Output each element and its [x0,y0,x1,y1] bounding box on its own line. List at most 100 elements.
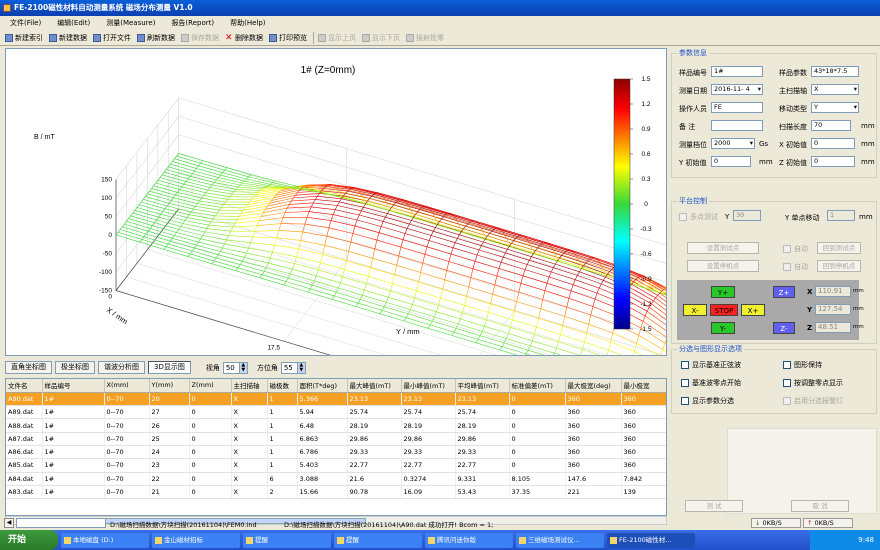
status-input[interactable] [16,518,106,528]
table-cell: 29.33 [347,445,402,460]
column-header[interactable]: Z(mm) [189,379,232,393]
task-tender[interactable]: 金山磁材招标 [152,532,240,548]
batch-button[interactable]: 报射批零 [404,31,448,44]
column-header[interactable]: 面积(T*deg) [297,379,348,393]
adjusted-zero-checkbox[interactable]: 按调整零点显示 [783,378,843,388]
show-reference-sine-checkbox[interactable]: 显示基准正弦波 [681,360,741,370]
column-header[interactable]: 磁极数 [267,379,298,393]
task-local-disk[interactable]: 本地磁盘 (D:) [61,532,149,548]
refresh-data-button[interactable]: 刷新数据 [135,31,179,44]
sort-alarm-checkbox[interactable]: 启用分选报警灯 [783,396,843,406]
return-test-point-button[interactable]: 回到测试点 [817,242,861,254]
column-header[interactable]: 最大极宽(deg) [565,379,622,393]
column-header[interactable]: 最小极宽 [621,379,666,393]
table-row[interactable]: A90.dat 1# 0--70 20 0 X 1 5.366 23.13 23.13 23.13 0… [6,392,666,407]
auto-stop-checkbox[interactable]: 自动 [783,262,808,272]
x-plus-button[interactable]: X+ [741,304,765,316]
cancel-button[interactable]: 取 消 [791,500,849,512]
table-row[interactable]: A86.dat 1# 0--70 24 0 X 1 6.786 29.33 29.33 29.33 0… [6,445,666,460]
surface-mesh-segment [525,350,529,355]
save-data-button[interactable]: 保存数据 [179,31,223,44]
multi-point-select[interactable]: 30 [733,210,761,221]
surface-mesh-segment [197,200,200,204]
y-init-field[interactable]: 0 [711,156,751,167]
scroll-left-icon[interactable]: ◀ [4,518,14,528]
surface-mesh-segment [189,250,193,255]
task-3d-tester[interactable]: 三维磁场测试仪... [516,532,604,548]
date-picker[interactable]: 2016-11- 4 ▾ [711,84,763,95]
column-header[interactable]: 最小峰值(mT) [401,379,456,393]
return-stop-point-button[interactable]: 回到停机点 [817,260,861,272]
scan-length-field[interactable]: 70 [811,120,851,131]
tab-cartesian[interactable]: 直角坐标图 [5,361,52,374]
spinner-arrows-icon[interactable]: ▲ ▼ [296,362,305,373]
graph-hold-checkbox[interactable]: 图形保持 [783,360,822,370]
view-angle-spinner[interactable]: 50 ▲ ▼ [222,361,248,374]
y-plus-button[interactable]: Y+ [711,286,735,298]
sample-param-field[interactable]: 43*18*7.5 [811,66,859,77]
main-axis-select[interactable]: X ▾ [811,84,859,95]
z-init-field[interactable]: 0 [811,156,855,167]
next-page-button[interactable]: 显示下页 [360,31,404,44]
task-qq-mini[interactable]: 腾讯问迷你版 [425,532,513,548]
tab-3d[interactable]: 3D显示图 [148,361,191,374]
new-data-button[interactable]: 新建数据 [47,31,91,44]
test-button[interactable]: 测 试 [685,500,743,512]
prev-page-button[interactable]: 显示上页 [316,31,360,44]
column-header[interactable]: 样品编号 [42,379,105,393]
tab-polar[interactable]: 极坐标图 [55,361,95,374]
open-file-button[interactable]: 打开文件 [91,31,135,44]
table-row[interactable]: A89.dat 1# 0--70 27 0 X 1 5.94 25.74 25.74 25.74 0 3… [6,405,666,420]
menu-measure[interactable]: 测量(Measure) [106,16,155,30]
single-move-field[interactable]: 1 [827,210,855,221]
set-test-point-button[interactable]: 设置测试点 [687,242,759,254]
x-init-field[interactable]: 0 [811,138,855,149]
menu-report[interactable]: 报告(Report) [171,16,214,30]
column-header[interactable]: 标准偏差(mT) [509,379,566,393]
table-row[interactable]: A85.dat 1# 0--70 23 0 X 1 5.403 22.77 22.77 22.77 0… [6,458,666,473]
surface-plot[interactable]: 150100500-50-100-150017.53552.5700510152… [6,49,862,504]
table-row[interactable]: A87.dat 1# 0--70 25 0 X 1 6.863 29.86 29.86 29.86 0… [6,432,666,446]
tab-harmonic[interactable]: 谐波分析图 [98,361,145,374]
z-minus-button[interactable]: Z- [773,322,795,334]
x-minus-button[interactable]: X- [683,304,707,316]
table-row[interactable]: A83.dat 1# 0--70 21 0 X 2 15.66 90.78 16.09 53.43 3… [6,485,666,500]
surface-mesh-segment [494,284,519,293]
azimuth-spinner[interactable]: 55 ▲ ▼ [280,361,306,374]
surface-mesh-segment [233,189,237,192]
move-type-select[interactable]: Y ▾ [811,102,859,113]
set-stop-point-button[interactable]: 设置停机点 [687,260,759,272]
show-param-sort-checkbox[interactable]: 显示参数分选 [681,396,734,406]
sample-no-field[interactable]: 1# [711,66,763,77]
spinner-arrows-icon[interactable]: ▲ ▼ [238,362,247,373]
column-header[interactable]: 平均峰值(mT) [455,379,510,393]
reference-zero-start-checkbox[interactable]: 基准波零点开始 [681,378,741,388]
auto-test-checkbox[interactable]: 自动 [783,244,808,254]
remark-field[interactable] [711,120,763,131]
table-row[interactable]: A88.dat 1# 0--70 26 0 X 1 6.48 28.19 28.19 28.19 0 3… [6,418,666,433]
task-fe2100[interactable]: FE-2100磁性材... [607,532,695,548]
range-select[interactable]: 2000 ▾ [711,138,755,149]
table-row[interactable]: A84.dat 1# 0--70 22 0 X 6 3.088 21.6 0.3274 9.331 8… [6,472,666,486]
new-index-button[interactable]: 新建索引 [3,31,47,44]
column-header[interactable]: 主扫描轴 [231,379,268,393]
menu-help[interactable]: 帮助(Help) [230,16,265,30]
surface-mesh-segment [592,299,596,307]
column-header[interactable]: Y(mm) [149,379,190,393]
z-plus-button[interactable]: Z+ [773,286,795,298]
operator-field[interactable]: FE [711,102,763,113]
delete-data-button[interactable]: ✕ 删除数据 [223,31,267,44]
y-minus-button[interactable]: Y- [711,322,735,334]
menu-edit[interactable]: 编辑(Edit) [57,16,90,30]
surface-mesh-segment [382,217,386,222]
column-header[interactable]: X(mm) [104,379,150,393]
menu-file[interactable]: 文件(File) [10,16,41,30]
start-button[interactable]: 开始 [0,530,58,550]
task-reminder-1[interactable]: 提醒 [243,532,331,548]
print-preview-button[interactable]: 打印预览 [267,31,311,44]
stop-button[interactable]: STOP [710,304,738,316]
column-header[interactable]: 文件名 [6,379,43,393]
task-reminder-2[interactable]: 提醒 [334,532,422,548]
column-header[interactable]: 最大峰值(mT) [347,379,402,393]
multi-point-checkbox[interactable]: 多点测试 [679,212,718,222]
